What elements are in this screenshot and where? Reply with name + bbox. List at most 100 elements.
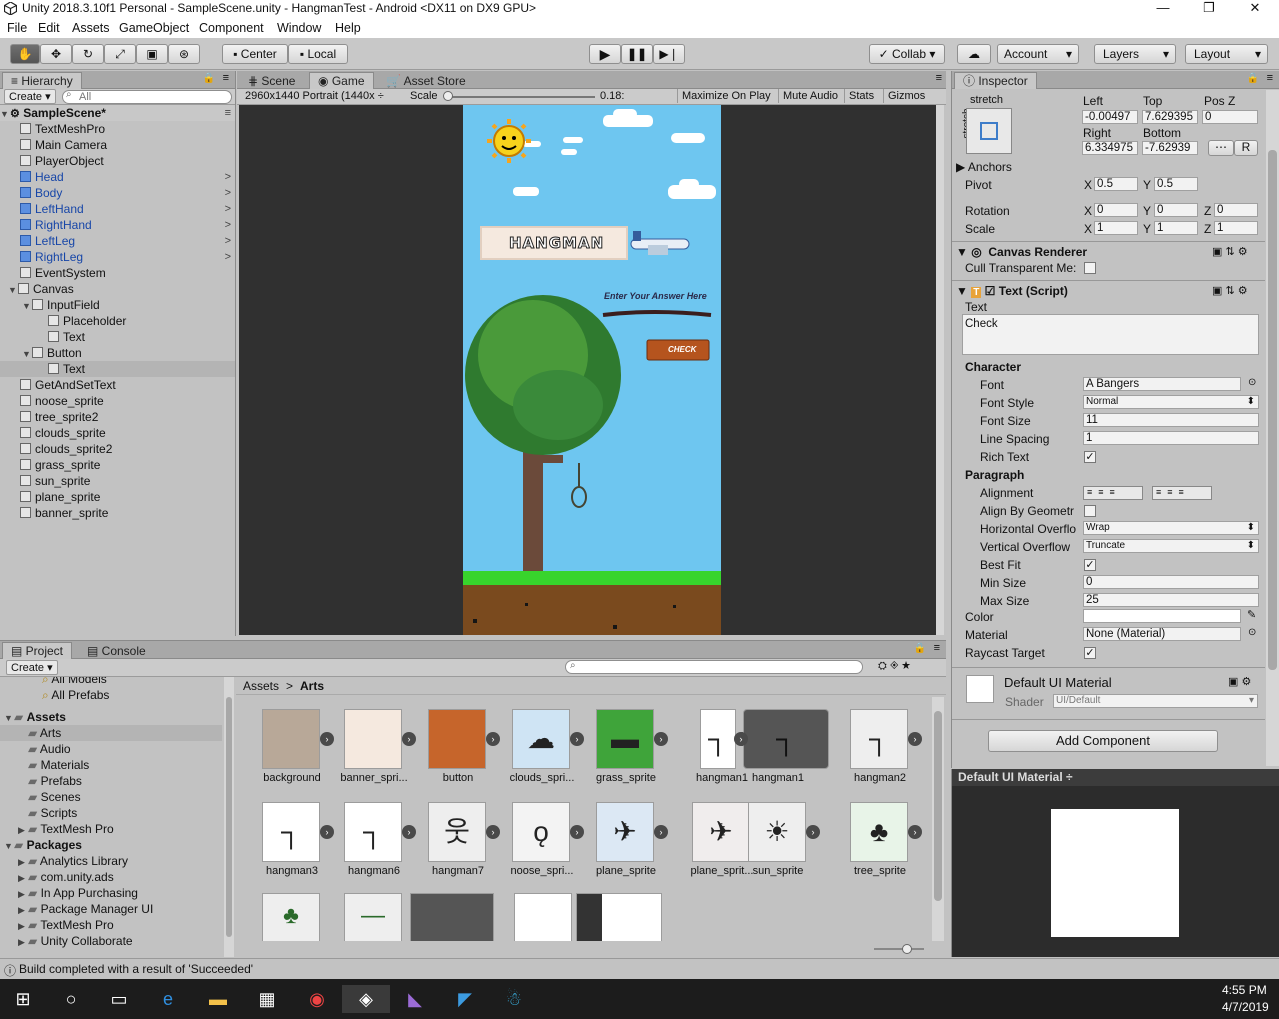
asset-thumbnail[interactable]: ┐ <box>743 709 829 769</box>
horizontal-alignment-group[interactable]: ≡≡≡ <box>1083 486 1143 500</box>
asset-grid-scrollbar[interactable] <box>932 697 944 941</box>
people-app-icon[interactable]: ☃ <box>499 985 529 1013</box>
asset-thumbnail[interactable]: ▬ <box>596 709 654 769</box>
cortana-search-icon[interactable]: ○ <box>56 985 86 1013</box>
icon-size-slider-thumb[interactable] <box>902 944 912 954</box>
settings-icon[interactable]: ▣ ⚙ <box>1228 675 1251 688</box>
mute-audio-toggle[interactable]: Mute Audio <box>778 89 842 103</box>
transform-tool-icon[interactable]: ⊛ <box>168 44 200 64</box>
folder-item[interactable]: ▼▰ Packages <box>0 837 222 853</box>
hierarchy-item[interactable]: tree_sprite2 <box>0 409 235 425</box>
layers-dropdown[interactable]: Layers ▾ <box>1094 44 1176 64</box>
pivot-y-field[interactable]: 0.5 <box>1154 177 1198 191</box>
top-field[interactable]: 7.629395 <box>1142 110 1198 124</box>
clock-time[interactable]: 4:55 PM <box>1222 983 1267 997</box>
folder-item[interactable]: ▰ Materials <box>0 757 222 773</box>
stats-toggle[interactable]: Stats <box>844 89 878 103</box>
asset-thumbnail[interactable] <box>514 893 572 941</box>
maximize-button[interactable]: ❐ <box>1186 0 1232 18</box>
folder-item[interactable]: ▰ Arts <box>0 725 222 741</box>
menu-component[interactable]: Component <box>199 21 264 35</box>
rotation-x-field[interactable]: 0 <box>1094 203 1138 217</box>
tab-inspector[interactable]: ⓘ Inspector <box>954 72 1037 89</box>
canvas-renderer-header[interactable]: ▼ ◎ Canvas Renderer <box>956 245 1087 259</box>
chevron-right-icon[interactable]: > <box>225 233 231 249</box>
left-field[interactable]: -0.00497 <box>1082 110 1138 124</box>
tab-console[interactable]: ▤ Console <box>78 642 155 659</box>
hierarchy-item[interactable]: RightLeg > <box>0 249 235 265</box>
hierarchy-item[interactable]: clouds_sprite <box>0 425 235 441</box>
chevron-right-icon[interactable]: > <box>225 249 231 265</box>
breadcrumb-arts[interactable]: Arts <box>300 679 324 693</box>
rotate-tool-icon[interactable]: ↻ <box>72 44 104 64</box>
game-check-button[interactable]: CHECK <box>668 345 696 354</box>
font-style-dropdown[interactable]: Normal ⬍ <box>1083 395 1259 409</box>
expand-sprite-icon[interactable]: › <box>402 825 416 839</box>
expand-arrow-icon[interactable]: ▼ <box>4 710 14 726</box>
hierarchy-item[interactable]: GetAndSetText <box>0 377 235 393</box>
eyedropper-icon[interactable]: ✎ <box>1247 608 1256 621</box>
expand-sprite-icon[interactable]: › <box>486 732 500 746</box>
expand-arrow-icon[interactable]: ▼ <box>8 282 18 298</box>
folder-item[interactable]: ▶ ▰ com.unity.ads <box>0 869 222 885</box>
chevron-right-icon[interactable]: > <box>225 169 231 185</box>
pivot-center-button[interactable]: ▪ Center <box>222 44 288 64</box>
scale-x-field[interactable]: 1 <box>1094 221 1138 235</box>
asset-thumbnail[interactable]: ┐ <box>262 802 320 862</box>
folder-item[interactable]: ⌕ All Prefabs <box>0 687 222 703</box>
asset-thumbnail[interactable] <box>576 893 662 941</box>
expand-arrow-icon[interactable]: ▼ <box>4 838 14 854</box>
raycast-target-checkbox[interactable]: ✓ <box>1084 647 1096 659</box>
anchor-preset-button[interactable] <box>966 108 1012 154</box>
expand-sprite-icon[interactable]: › <box>654 732 668 746</box>
blueprint-mode-button[interactable]: ⋯ <box>1208 140 1234 156</box>
hierarchy-item[interactable]: ▼ Canvas <box>0 281 235 297</box>
step-button[interactable]: ▶❘ <box>653 44 685 64</box>
collab-dropdown[interactable]: ✓ Collab ▾ <box>869 44 945 64</box>
icon-size-slider[interactable] <box>874 948 924 950</box>
panel-menu-icon[interactable]: ≡ <box>934 642 940 654</box>
cloud-icon[interactable]: ☁ <box>957 44 991 64</box>
hierarchy-item[interactable]: TextMeshPro <box>0 121 235 137</box>
hand-tool-icon[interactable]: ✋ <box>10 44 40 64</box>
scale-slider-thumb[interactable] <box>443 91 453 101</box>
hierarchy-item[interactable]: LeftLeg > <box>0 233 235 249</box>
hierarchy-item[interactable]: grass_sprite <box>0 457 235 473</box>
hierarchy-item[interactable]: ▼ InputField <box>0 297 235 313</box>
folder-item[interactable]: ⌕ All Models <box>0 677 222 687</box>
expand-arrow-icon[interactable]: ▶ <box>18 886 28 902</box>
hierarchy-item[interactable]: noose_sprite <box>0 393 235 409</box>
account-dropdown[interactable]: Account ▾ <box>997 44 1079 64</box>
expand-sprite-icon[interactable]: › <box>908 732 922 746</box>
hierarchy-item[interactable]: EventSystem <box>0 265 235 281</box>
expand-arrow-icon[interactable]: ▶ <box>18 934 28 950</box>
folder-item[interactable]: ▶ ▰ Unity Collaborate <box>0 933 222 949</box>
hierarchy-search-input[interactable]: All <box>62 90 232 104</box>
lock-icon[interactable]: 🔒 <box>914 643 926 654</box>
expand-arrow-icon[interactable]: ▶ <box>18 854 28 870</box>
help-icon[interactable]: ▣ ⇅ ⚙ <box>1212 245 1248 258</box>
expand-sprite-icon[interactable]: › <box>486 825 500 839</box>
hierarchy-item[interactable]: clouds_sprite2 <box>0 441 235 457</box>
scale-y-field[interactable]: 1 <box>1154 221 1198 235</box>
folder-item[interactable]: ▰ Scripts <box>0 805 222 821</box>
expand-arrow-icon[interactable]: ▶ <box>18 902 28 918</box>
expand-sprite-icon[interactable]: › <box>734 732 748 746</box>
settings-icon[interactable]: ▣ ⇅ ⚙ <box>1212 284 1248 297</box>
hierarchy-item[interactable]: PlayerObject <box>0 153 235 169</box>
folder-item[interactable]: ▶ ▰ Package Manager UI <box>0 901 222 917</box>
asset-thumbnail[interactable]: ✈ <box>692 802 750 862</box>
expand-sprite-icon[interactable]: › <box>402 732 416 746</box>
best-fit-checkbox[interactable]: ✓ <box>1084 559 1096 571</box>
clock-date[interactable]: 4/7/2019 <box>1222 1000 1269 1014</box>
tab-project[interactable]: ▤ Project <box>2 642 73 659</box>
rich-text-checkbox[interactable]: ✓ <box>1084 451 1096 463</box>
tab-game[interactable]: ◉ Game <box>309 72 374 89</box>
project-search-input[interactable] <box>565 660 863 674</box>
expand-sprite-icon[interactable]: › <box>908 825 922 839</box>
resolution-dropdown[interactable]: 2960x1440 Portrait (1440x ÷ <box>245 90 403 102</box>
asset-thumbnail[interactable]: ♣ <box>850 802 908 862</box>
bottom-field[interactable]: -7.62939 <box>1142 141 1198 155</box>
folder-item[interactable]: ▼▰ Assets <box>0 709 222 725</box>
folder-item[interactable]: ▶ ▰ In App Purchasing <box>0 885 222 901</box>
